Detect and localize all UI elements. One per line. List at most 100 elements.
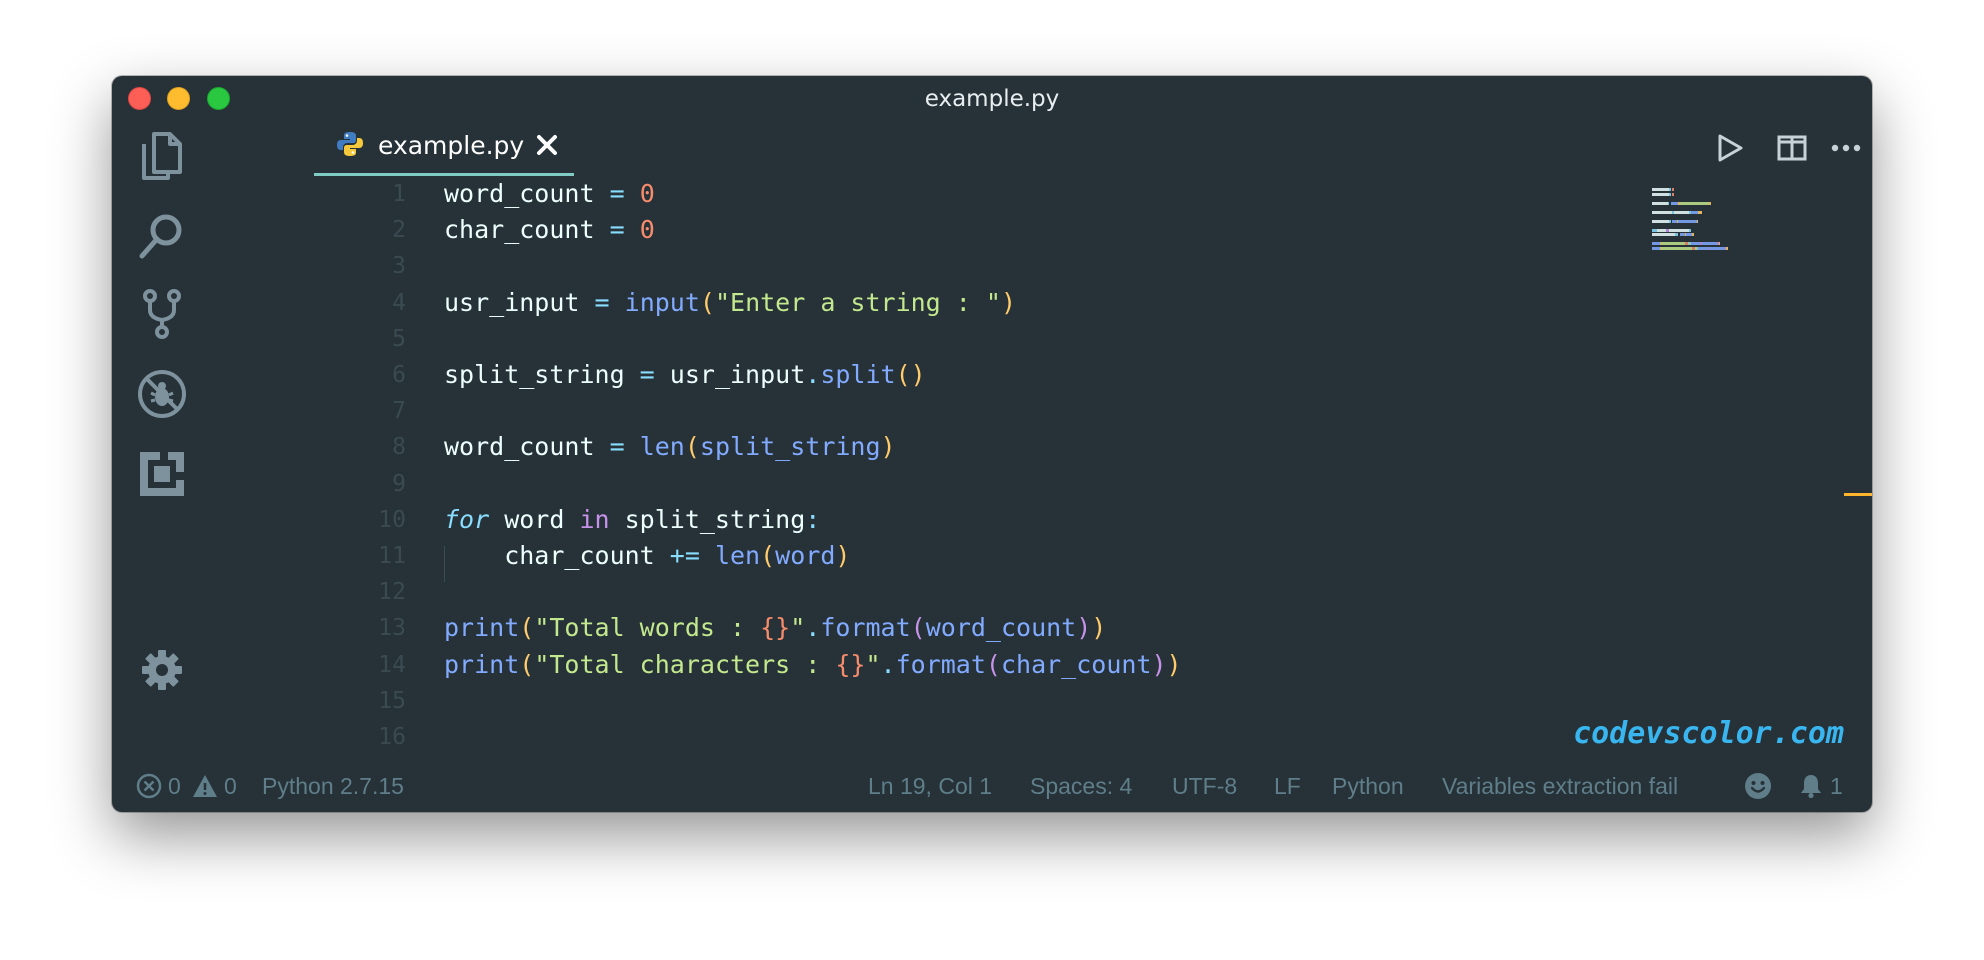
line-number: 13 (378, 615, 406, 642)
code-editor[interactable]: 1 word_count = 0 2 char_count = 0 3 4 usr_inpu… (212, 176, 1742, 756)
explorer-icon[interactable] (132, 126, 192, 186)
scrollbar-marker[interactable] (1844, 493, 1872, 496)
code-line[interactable]: 13 print("Total words : {}".format(word_c… (212, 610, 1712, 646)
notification-count[interactable]: 1 (1830, 773, 1843, 800)
code-token: . (805, 613, 821, 643)
code-line[interactable]: 5 (212, 321, 1712, 357)
code-line[interactable]: 1 word_count = 0 (212, 176, 1712, 212)
code-line[interactable]: 7 (212, 393, 1712, 429)
code-token: print (444, 649, 520, 679)
close-tab-icon[interactable] (534, 132, 560, 158)
minimap-token (1692, 233, 1694, 236)
minimap-token (1652, 219, 1670, 223)
code-line[interactable]: 6 split_string = usr_input.split() (212, 357, 1712, 393)
line-number: 8 (392, 434, 406, 461)
code-token: ) (1091, 613, 1107, 643)
minimap-token (1709, 246, 1725, 250)
code-text: print("Total characters : {}".format(cha… (444, 647, 1182, 683)
code-line[interactable]: 15 (212, 683, 1712, 719)
code-line[interactable]: 4 usr_input = input("Enter a string : ") (212, 285, 1712, 321)
run-icon[interactable] (1710, 128, 1750, 168)
minimap-token (1670, 201, 1679, 205)
code-token: usr_input (654, 360, 806, 389)
status-message[interactable]: Variables extraction fail (1442, 773, 1678, 800)
minimap-row (1652, 201, 1762, 205)
search-icon[interactable] (132, 206, 192, 266)
indentation[interactable]: Spaces: 4 (1030, 773, 1132, 800)
code-token: format (820, 613, 911, 643)
code-token: char_count (444, 215, 610, 245)
feedback-smiley-icon[interactable] (1744, 772, 1772, 800)
language-mode[interactable]: Python (1332, 773, 1404, 800)
gear-icon[interactable] (132, 640, 192, 700)
code-token: len (639, 432, 685, 462)
encoding[interactable]: UTF-8 (1172, 773, 1237, 800)
minimap-token (1726, 246, 1728, 250)
minimap-token (1656, 228, 1666, 232)
code-token: ( (519, 613, 535, 643)
interpreter-selector[interactable]: Python 2.7.15 (262, 773, 404, 800)
line-number: 5 (392, 325, 406, 352)
line-ending[interactable]: LF (1274, 773, 1301, 800)
minimap-row (1652, 219, 1762, 223)
code-token: split_string (699, 432, 881, 462)
more-icon[interactable] (1826, 128, 1866, 168)
code-token: word_count (444, 179, 610, 208)
code-line[interactable]: 9 (212, 466, 1712, 502)
tab-example-py[interactable]: example.py (314, 120, 574, 176)
code-line[interactable]: 12 (212, 574, 1712, 610)
code-token: " (865, 649, 881, 679)
error-icon[interactable] (136, 773, 162, 799)
bell-icon[interactable] (1798, 773, 1824, 799)
code-text: char_count = 0 (444, 212, 655, 248)
code-text: usr_input = input("Enter a string : ") (444, 285, 1016, 321)
extensions-icon[interactable] (132, 444, 192, 504)
code-token: = (609, 432, 625, 462)
warning-icon[interactable] (192, 773, 218, 799)
code-token: () (895, 360, 926, 389)
line-number: 3 (392, 253, 406, 280)
code-token: ( (985, 649, 1001, 679)
minimap-token (1652, 192, 1670, 196)
code-line[interactable]: 2 char_count = 0 (212, 212, 1712, 248)
minimap-token (1698, 210, 1702, 214)
code-line[interactable]: 3 (212, 248, 1712, 284)
code-token: char_count (1000, 649, 1152, 679)
code-token: . (880, 649, 896, 679)
code-token: split_string (444, 360, 640, 389)
minimap-token (1673, 210, 1690, 214)
code-token: word (489, 504, 580, 534)
code-token: ( (684, 432, 700, 462)
code-token: = (609, 179, 625, 208)
code-token: split_string (609, 504, 806, 534)
code-line[interactable]: 8 word_count = len(split_string) (212, 429, 1712, 465)
split-editor-icon[interactable] (1772, 128, 1812, 168)
cursor-position[interactable]: Ln 19, Col 1 (868, 773, 992, 800)
minimap-token (1689, 228, 1691, 232)
code-line[interactable]: 10 for word in split_string: (212, 502, 1712, 538)
code-token: ) (1076, 613, 1092, 643)
error-count[interactable]: 0 (168, 773, 181, 800)
minimap-token (1652, 188, 1670, 191)
code-line[interactable]: 11 char_count += len(word) (212, 538, 1712, 582)
minimap-row (1652, 188, 1762, 191)
minimap-row (1652, 242, 1762, 245)
code-line[interactable]: 16 (212, 719, 1712, 755)
code-token: : (805, 504, 821, 534)
minimap-row (1652, 233, 1762, 236)
source-control-icon[interactable] (132, 284, 192, 344)
code-token: 0 (639, 215, 655, 245)
code-token: = (609, 215, 625, 245)
minimap[interactable] (1652, 188, 1762, 268)
warning-count[interactable]: 0 (224, 773, 237, 800)
window-title: example.py (924, 86, 1060, 112)
debug-icon[interactable] (132, 364, 192, 424)
code-text: word_count = 0 (444, 176, 655, 212)
code-token: += (669, 541, 700, 570)
minimap-row (1652, 197, 1762, 200)
code-line[interactable]: 14 print("Total characters : {}".format(c… (212, 647, 1712, 683)
code-token: word_count (444, 432, 610, 462)
minimap-row (1652, 210, 1762, 214)
code-token: ( (760, 541, 776, 570)
